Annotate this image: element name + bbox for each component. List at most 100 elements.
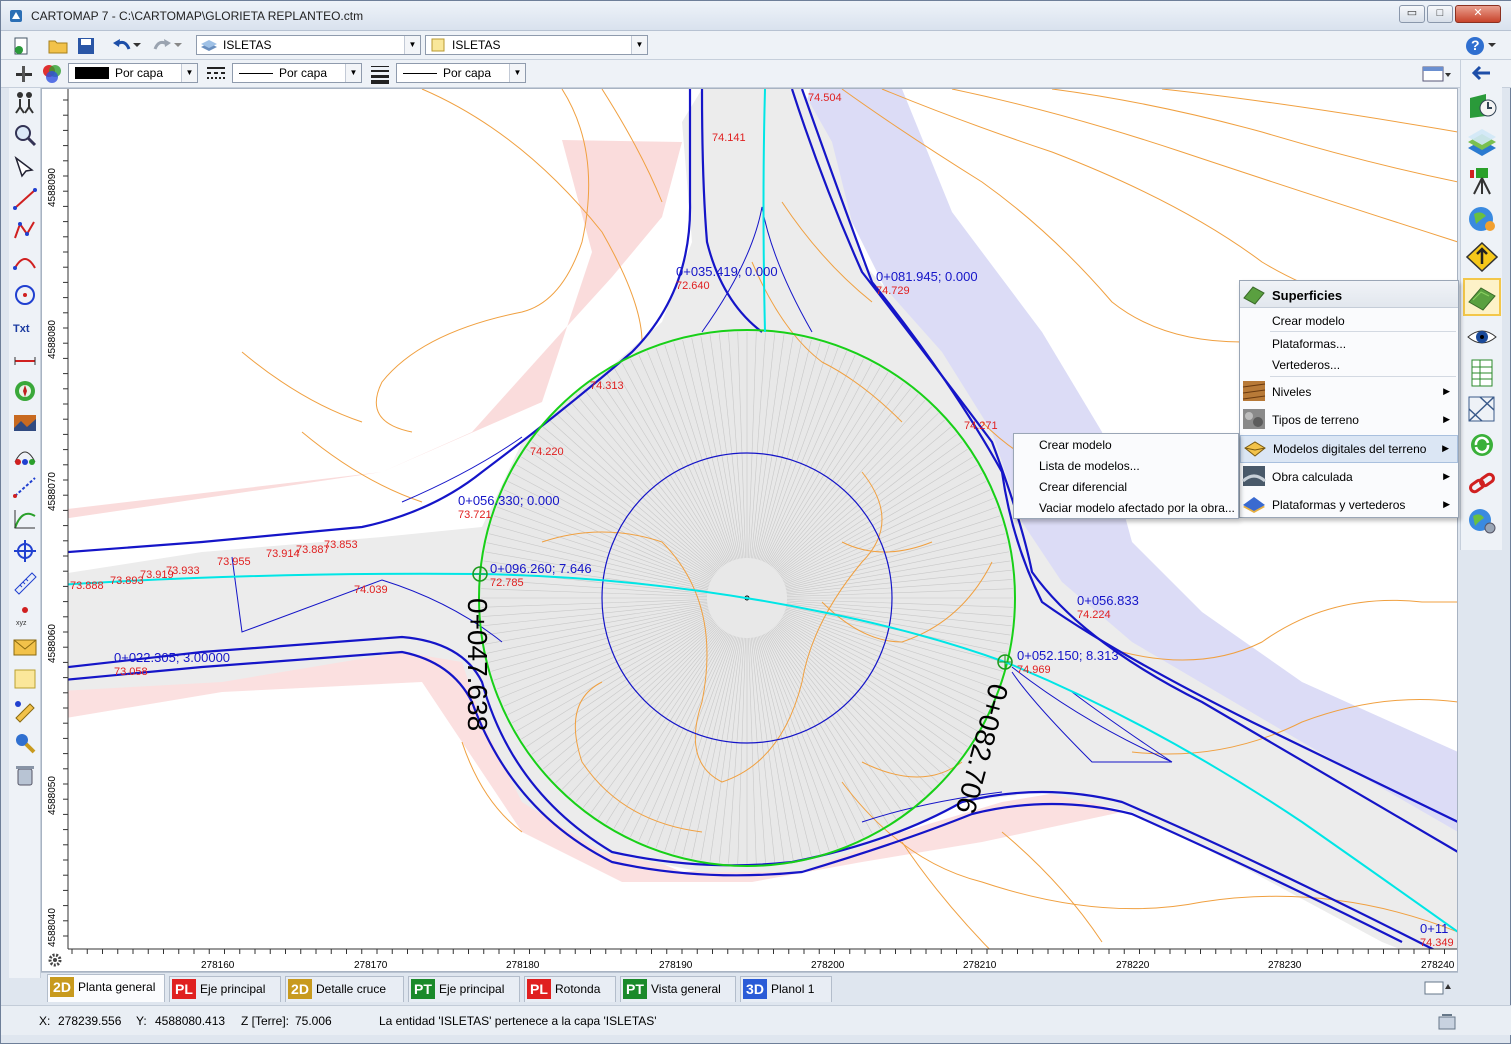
terrain-layers-icon[interactable] [1466, 128, 1498, 158]
menu-item-vertederos[interactable]: Vertederos... [1240, 358, 1458, 376]
status-message: La entidad 'ISLETAS' pertenece a la capa… [379, 1014, 657, 1028]
color-wheel-icon[interactable] [41, 63, 63, 85]
globe-icon[interactable] [1466, 204, 1498, 234]
submenu-item-crear-diferencial[interactable]: Crear diferencial [1014, 480, 1238, 498]
tab-label: Rotonda [555, 982, 601, 996]
tab-label: Vista general [651, 982, 721, 996]
chevron-down-icon[interactable]: ▼ [631, 36, 647, 54]
text-tool-icon[interactable]: Txt [12, 314, 38, 340]
lineweight-select[interactable]: Por capa ▼ [396, 63, 526, 83]
chevron-down-icon[interactable]: ▼ [345, 64, 361, 82]
tab-detalle-cruce[interactable]: 2D Detalle cruce [285, 976, 404, 1002]
walk-icon[interactable] [12, 90, 38, 116]
menu-item-obra-calculada[interactable]: Obra calculada ▶ [1240, 464, 1458, 490]
new-file-icon[interactable] [11, 35, 33, 57]
undo-dropdown-icon[interactable] [133, 39, 141, 51]
menu-item-crear-modelo[interactable]: Crear modelo [1240, 314, 1458, 332]
elevation-label: 74.220 [530, 446, 564, 458]
elevation-label: 74.349 [1420, 937, 1454, 949]
map-canvas[interactable]: 4588090 4588080 4588070 4588060 4588050 … [41, 88, 1458, 972]
menu-item-tipos-terreno[interactable]: Tipos de terreno ▶ [1240, 407, 1458, 433]
ruler-icon[interactable] [12, 570, 38, 596]
maximize-button[interactable]: □ [1427, 5, 1453, 23]
redo-icon[interactable] [151, 35, 173, 57]
zoom-icon[interactable] [12, 122, 38, 148]
linetype-icon[interactable] [205, 63, 227, 85]
profile-icon[interactable] [12, 506, 38, 532]
dimension-icon[interactable] [12, 346, 38, 372]
minimize-button[interactable]: ▭ [1399, 5, 1425, 23]
tab-planol-1[interactable]: 3D Planol 1 [740, 976, 832, 1002]
undo-icon[interactable] [111, 35, 133, 57]
mesh-edit-icon[interactable] [1466, 394, 1498, 424]
circle-tool-icon[interactable] [12, 282, 38, 308]
edit-points-icon[interactable] [12, 698, 38, 724]
group-select-value: ISLETAS [452, 38, 501, 52]
redo-dropdown-icon[interactable] [174, 39, 182, 51]
submenu-item-vaciar-modelo[interactable]: Vaciar modelo afectado por la obra... [1014, 501, 1238, 519]
group-select[interactable]: ISLETAS ▼ [425, 35, 648, 55]
clock-map-icon[interactable] [1466, 90, 1498, 120]
save-icon[interactable] [75, 35, 97, 57]
tab-badge: PL [172, 979, 196, 999]
station-label: 0+056.833 [1077, 593, 1139, 608]
menu-separator [1270, 376, 1456, 377]
compass-icon[interactable] [12, 378, 38, 404]
crosshair-icon[interactable] [12, 538, 38, 564]
chevron-down-icon[interactable]: ▼ [509, 64, 525, 82]
menu-item-plataformas[interactable]: Plataformas... [1240, 337, 1458, 355]
map-drawing[interactable]: 4588090 4588080 4588070 4588060 4588050 … [42, 89, 1458, 972]
spreadsheet-icon[interactable] [1466, 358, 1498, 388]
back-arrow-icon[interactable] [1466, 62, 1498, 84]
polyline-icon[interactable] [12, 218, 38, 244]
help-dropdown-icon[interactable] [1488, 39, 1496, 51]
chevron-down-icon[interactable]: ▼ [404, 36, 420, 54]
tab-vista-general[interactable]: PT Vista general [620, 976, 736, 1002]
image-icon[interactable] [12, 410, 38, 436]
link-icon[interactable] [1466, 468, 1498, 498]
tab-planta-general[interactable]: 2D Planta general [47, 974, 165, 1002]
status-x-value: 278239.556 [58, 1014, 122, 1028]
globe-settings-icon[interactable] [1466, 506, 1498, 536]
menu-item-modelos-digitales[interactable]: Modelos digitales del terreno ▶ [1240, 435, 1458, 463]
svg-text:xyz: xyz [16, 620, 27, 627]
status-tray-icon[interactable] [1437, 1011, 1457, 1031]
status-x-label: X: [39, 1014, 51, 1028]
point-xyz-icon[interactable]: xyz [12, 602, 38, 628]
surfaces-tool-selected[interactable] [1463, 278, 1501, 316]
tab-eje-principal-pt[interactable]: PT Eje principal [408, 976, 520, 1002]
measure-icon[interactable] [12, 474, 38, 500]
chevron-down-icon[interactable]: ▼ [181, 64, 197, 82]
trash-icon[interactable] [12, 762, 38, 788]
settings-gear-icon[interactable] [46, 951, 64, 969]
arc-icon[interactable] [12, 250, 38, 276]
note-icon[interactable] [12, 666, 38, 692]
close-button[interactable]: ✕ [1455, 5, 1501, 23]
x-tick-label: 278240 [1421, 960, 1455, 971]
color-select[interactable]: Por capa ▼ [68, 63, 198, 83]
envelope-icon[interactable] [12, 634, 38, 660]
x-tick-label: 278200 [811, 960, 845, 971]
lineweight-icon[interactable] [369, 63, 391, 85]
select-pen-icon[interactable] [12, 154, 38, 180]
tabs-menu-icon[interactable] [1423, 979, 1453, 997]
linetype-select[interactable]: Por capa ▼ [232, 63, 362, 83]
view-layout-icon[interactable] [1421, 63, 1451, 85]
open-folder-icon[interactable] [47, 35, 69, 57]
menu-item-plataformas-vertederos[interactable]: Plataformas y vertederos ▶ [1240, 492, 1458, 518]
road-sign-icon[interactable] [1466, 242, 1498, 272]
survey-instrument-icon[interactable] [1466, 166, 1498, 196]
submenu-item-lista-modelos[interactable]: Lista de modelos... [1014, 459, 1238, 477]
refresh-icon[interactable] [1466, 430, 1498, 460]
layer-select[interactable]: ISLETAS ▼ [196, 35, 421, 55]
tab-rotonda[interactable]: PL Rotonda [524, 976, 616, 1002]
curve-points-icon[interactable] [12, 442, 38, 468]
properties-icon[interactable] [13, 63, 35, 85]
line-tool-icon[interactable] [12, 186, 38, 212]
search-points-icon[interactable] [12, 730, 38, 756]
eye-icon[interactable] [1466, 322, 1498, 352]
elevation-label: 73.887 [296, 544, 330, 556]
tab-eje-principal-pl[interactable]: PL Eje principal [169, 976, 281, 1002]
menu-item-niveles[interactable]: Niveles ▶ [1240, 379, 1458, 405]
submenu-item-crear-modelo[interactable]: Crear modelo [1014, 438, 1238, 456]
